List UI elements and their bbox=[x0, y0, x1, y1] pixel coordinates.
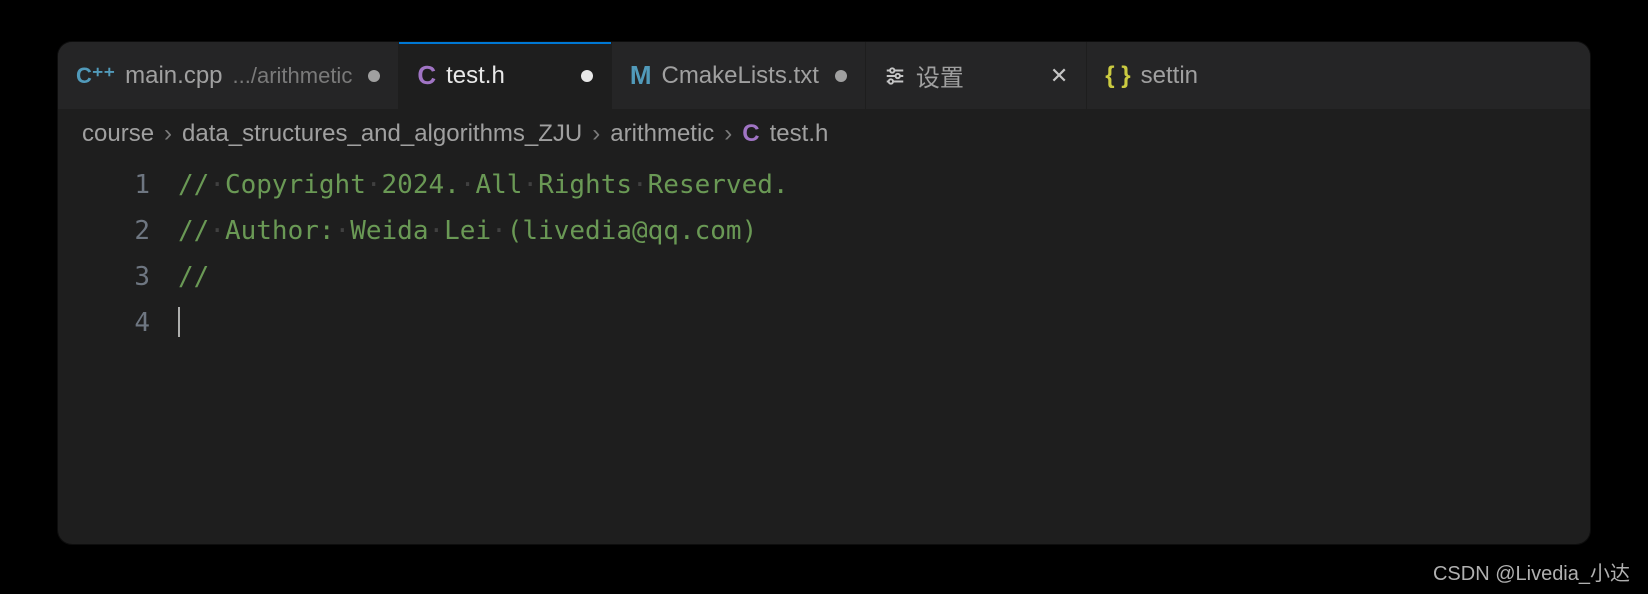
breadcrumb-part[interactable]: arithmetic bbox=[610, 120, 714, 148]
tab-settings-json[interactable]: { } settin bbox=[1087, 42, 1216, 109]
tab-settings[interactable]: 设置 ✕ bbox=[866, 42, 1087, 109]
tab-desc: .../arithmetic bbox=[233, 63, 353, 89]
text-cursor-icon bbox=[178, 307, 180, 337]
tab-test-h[interactable]: C test.h bbox=[399, 42, 611, 109]
breadcrumb[interactable]: course › data_structures_and_algorithms_… bbox=[58, 110, 1590, 156]
code-line: //·Copyright·2024.·All·Rights·Reserved. bbox=[178, 162, 1590, 208]
tab-label: 设置 bbox=[916, 58, 964, 93]
tab-label: settin bbox=[1141, 62, 1198, 90]
chevron-right-icon: › bbox=[724, 120, 732, 148]
breadcrumb-part[interactable]: course bbox=[82, 120, 154, 148]
chevron-right-icon: › bbox=[592, 120, 600, 148]
cmake-file-icon: M bbox=[630, 60, 652, 91]
line-number-gutter: 1 2 3 4 bbox=[58, 162, 178, 346]
code-content[interactable]: //·Copyright·2024.·All·Rights·Reserved. … bbox=[178, 162, 1590, 346]
code-line: // bbox=[178, 254, 1590, 300]
tab-label: CmakeLists.txt bbox=[661, 62, 818, 90]
dirty-indicator-icon bbox=[835, 70, 847, 82]
close-icon[interactable]: ✕ bbox=[1050, 63, 1068, 89]
code-editor[interactable]: 1 2 3 4 //·Copyright·2024.·All·Rights·Re… bbox=[58, 156, 1590, 346]
line-number: 2 bbox=[58, 208, 150, 254]
line-number: 4 bbox=[58, 300, 150, 346]
tab-cmakelists[interactable]: M CmakeLists.txt bbox=[612, 42, 866, 109]
cpp-file-icon: C⁺⁺ bbox=[76, 63, 115, 89]
dirty-indicator-icon bbox=[368, 70, 380, 82]
breadcrumb-file[interactable]: test.h bbox=[770, 120, 829, 148]
editor-window: C⁺⁺ main.cpp .../arithmetic C test.h M C… bbox=[58, 42, 1590, 544]
tab-label: main.cpp bbox=[125, 62, 222, 90]
chevron-right-icon: › bbox=[164, 120, 172, 148]
code-line: //·Author:·Weida·Lei·(livedia@qq.com) bbox=[178, 208, 1590, 254]
line-number: 1 bbox=[58, 162, 150, 208]
line-number: 3 bbox=[58, 254, 150, 300]
breadcrumb-part[interactable]: data_structures_and_algorithms_ZJU bbox=[182, 120, 582, 148]
json-braces-icon: { } bbox=[1105, 62, 1130, 90]
code-line bbox=[178, 300, 1590, 346]
c-header-file-icon: C bbox=[417, 60, 436, 91]
c-header-file-icon: C bbox=[742, 120, 759, 148]
dirty-indicator-icon bbox=[581, 70, 593, 82]
tab-bar: C⁺⁺ main.cpp .../arithmetic C test.h M C… bbox=[58, 42, 1590, 110]
tab-label: test.h bbox=[446, 62, 505, 90]
tab-main-cpp[interactable]: C⁺⁺ main.cpp .../arithmetic bbox=[58, 42, 399, 109]
settings-sliders-icon bbox=[884, 65, 906, 87]
watermark: CSDN @Livedia_小达 bbox=[1433, 557, 1630, 586]
